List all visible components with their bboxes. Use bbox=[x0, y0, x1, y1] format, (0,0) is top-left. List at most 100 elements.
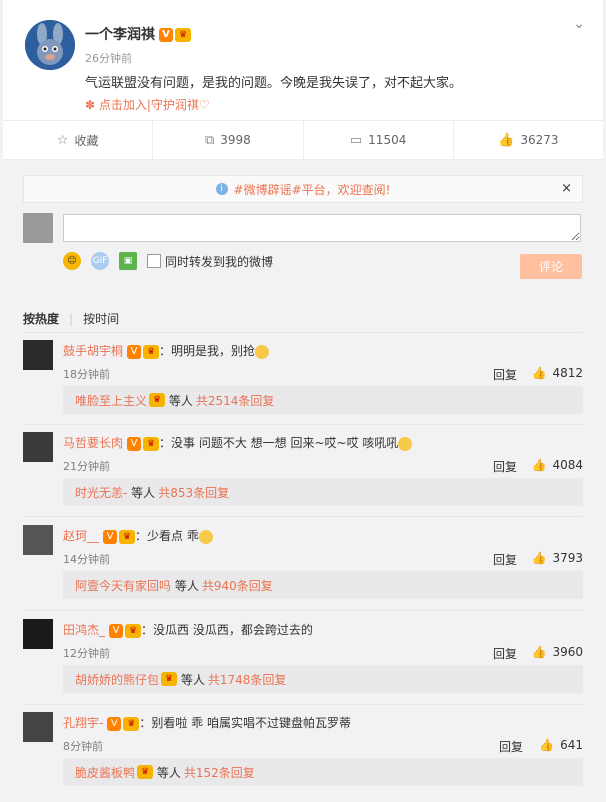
submit-comment-button[interactable]: 评论 bbox=[520, 254, 582, 279]
composer-tools: ☺ GIF ▣ 同时转发到我的微博 bbox=[63, 252, 273, 270]
reply-author[interactable]: 脆皮酱板鸭 bbox=[75, 764, 135, 781]
comment-text: 没事 问题不大 想一想 回来~哎~哎 咳吼吼 bbox=[171, 436, 399, 450]
comment-time[interactable]: 21分钟前 bbox=[63, 458, 110, 474]
reply-etc: 等人 bbox=[174, 578, 199, 593]
comment-like-count: 4812 bbox=[552, 366, 583, 380]
reply-button[interactable]: 回复 bbox=[493, 645, 517, 662]
reply-etc: 等人 bbox=[131, 485, 156, 500]
comment-time[interactable]: 12分钟前 bbox=[63, 645, 110, 661]
post-text: 气运联盟没有问题，是我的问题。今晚是我失误了，对不起大家。 bbox=[85, 76, 463, 91]
rumor-notice[interactable]: i #微博辟谣#平台，欢迎查阅! × bbox=[23, 175, 583, 203]
reply-author[interactable]: 唯脸至上主义 bbox=[75, 392, 147, 409]
emoji-icon bbox=[255, 344, 270, 359]
comment-like-count: 4084 bbox=[552, 458, 583, 472]
comment-time[interactable]: 14分钟前 bbox=[63, 551, 110, 567]
vip-crown-icon: ♛ bbox=[161, 672, 178, 686]
verified-badge-icon: V bbox=[107, 716, 122, 731]
commenter-avatar[interactable] bbox=[23, 340, 53, 370]
reply-etc: 等人 bbox=[168, 393, 193, 408]
commenter-name[interactable]: 鼓手胡宇桐 bbox=[63, 344, 123, 358]
guard-link[interactable]: ✽ 点击加入|守护润祺♡ bbox=[85, 96, 210, 113]
thumb-up-icon: 👍 bbox=[498, 132, 515, 148]
comment-button[interactable]: ▭ 11504 bbox=[304, 121, 454, 159]
chevron-down-icon[interactable]: ⌄ bbox=[573, 16, 585, 32]
reply-total[interactable]: 共2514条回复 bbox=[196, 392, 275, 409]
guard-link-text: 点击加入|守护润祺♡ bbox=[98, 98, 210, 112]
verified-badge-icon: V bbox=[127, 344, 142, 359]
comment-time[interactable]: 18分钟前 bbox=[63, 366, 110, 382]
reply-total[interactable]: 共1748条回复 bbox=[208, 671, 287, 688]
reply-button[interactable]: 回复 bbox=[493, 458, 517, 475]
sort-divider: | bbox=[69, 311, 74, 326]
tab-sort-time[interactable]: 按时间 bbox=[83, 310, 119, 327]
comment-like-button[interactable]: 👍 641 bbox=[539, 738, 583, 752]
repost-count: 3998 bbox=[220, 133, 251, 147]
verified-badge-icon: V bbox=[159, 28, 173, 42]
reply-author[interactable]: 时光无恙- bbox=[75, 484, 127, 501]
emoji-icon[interactable]: ☺ bbox=[63, 252, 81, 270]
comment-like-button[interactable]: 👍 3793 bbox=[532, 551, 584, 565]
thumb-up-icon: 👍 bbox=[531, 458, 547, 472]
comment-line: 孔翔宇- V ♛ ：别看啦 乖 咱属实唱不过键盘帕瓦罗蒂 bbox=[63, 716, 351, 731]
commenter-name[interactable]: 马哲要长肉 bbox=[63, 436, 123, 450]
tab-sort-hot[interactable]: 按热度 bbox=[23, 310, 59, 327]
comment-line: 马哲要长肉 V ♛ ：没事 问题不大 想一想 回来~哎~哎 咳吼吼 bbox=[63, 434, 413, 451]
reply-button[interactable]: 回复 bbox=[499, 738, 523, 755]
author-name[interactable]: 一个李润祺 bbox=[85, 27, 155, 43]
thumb-up-icon: 👍 bbox=[539, 738, 555, 752]
emoji-icon bbox=[398, 436, 413, 451]
thumb-up-icon: 👍 bbox=[531, 366, 547, 380]
reply-total[interactable]: 共152条回复 bbox=[184, 764, 255, 781]
comment-text: 别看啦 乖 咱属实唱不过键盘帕瓦罗蒂 bbox=[151, 716, 351, 730]
reply-etc: 等人 bbox=[180, 672, 205, 687]
comment-divider bbox=[23, 516, 583, 517]
reply-summary[interactable]: 脆皮酱板鸭 ♛ 等人 共152条回复 bbox=[63, 758, 583, 786]
commenter-name[interactable]: 孔翔宇- bbox=[63, 716, 103, 730]
comment-like-button[interactable]: 👍 4084 bbox=[532, 458, 584, 472]
like-button[interactable]: 👍 36273 bbox=[454, 121, 603, 159]
gif-icon[interactable]: GIF bbox=[91, 252, 109, 270]
reply-total[interactable]: 共940条回复 bbox=[202, 577, 273, 594]
action-bar: ☆ 收藏 ⧉ 3998 ▭ 11504 👍 36273 bbox=[3, 120, 603, 160]
vip-crown-icon: ♛ bbox=[143, 436, 160, 451]
verified-badge-icon: V bbox=[103, 529, 118, 544]
info-icon: i bbox=[215, 183, 228, 195]
author-name-row: 一个李润祺 V ♛ bbox=[85, 24, 191, 44]
comment-divider bbox=[23, 610, 583, 611]
comment-time[interactable]: 8分钟前 bbox=[63, 738, 103, 754]
reply-summary[interactable]: 胡娇娇的熊仔包 ♛ 等人 共1748条回复 bbox=[63, 665, 583, 693]
reply-author[interactable]: 阿壹今天有家回吗 bbox=[75, 577, 171, 594]
comment-icon: ▭ bbox=[349, 132, 363, 148]
vip-crown-icon: ♛ bbox=[137, 765, 154, 779]
reply-total[interactable]: 共853条回复 bbox=[158, 484, 229, 501]
reply-button[interactable]: 回复 bbox=[493, 366, 517, 383]
reply-summary[interactable]: 时光无恙- 等人 共853条回复 bbox=[63, 478, 583, 506]
commenter-avatar[interactable] bbox=[23, 619, 53, 649]
favorite-button[interactable]: ☆ 收藏 bbox=[3, 121, 154, 159]
forward-checkbox[interactable] bbox=[147, 254, 161, 268]
image-icon[interactable]: ▣ bbox=[119, 252, 137, 270]
comment-like-button[interactable]: 👍 4812 bbox=[532, 366, 584, 380]
close-icon[interactable]: × bbox=[561, 181, 572, 196]
commenter-name[interactable]: 田鸿杰_ bbox=[63, 623, 105, 637]
commenter-avatar[interactable] bbox=[23, 525, 53, 555]
repost-button[interactable]: ⧉ 3998 bbox=[153, 121, 304, 159]
commenter-name[interactable]: 赵珂__ bbox=[63, 529, 99, 543]
thumb-up-icon: 👍 bbox=[531, 551, 547, 565]
reply-summary[interactable]: 阿壹今天有家回吗 等人 共940条回复 bbox=[63, 571, 583, 599]
verified-badge-icon: V bbox=[127, 436, 142, 451]
sort-divider-line bbox=[23, 332, 583, 333]
favorite-label: 收藏 bbox=[74, 133, 99, 148]
reply-author[interactable]: 胡娇娇的熊仔包 bbox=[75, 671, 159, 688]
notice-text: #微博辟谣#平台，欢迎查阅! bbox=[233, 182, 391, 197]
commenter-avatar[interactable] bbox=[23, 712, 53, 742]
comment-input[interactable] bbox=[63, 214, 581, 242]
commenter-avatar[interactable] bbox=[23, 432, 53, 462]
flower-icon: ✽ bbox=[85, 98, 99, 112]
comment-like-button[interactable]: 👍 3960 bbox=[532, 645, 584, 659]
author-avatar[interactable] bbox=[25, 20, 75, 70]
reply-button[interactable]: 回复 bbox=[493, 551, 517, 568]
post-time[interactable]: 26分钟前 bbox=[85, 50, 132, 66]
comment-line: 赵珂__ V ♛ ：少看点 乖 bbox=[63, 527, 213, 544]
reply-summary[interactable]: 唯脸至上主义 ♛ 等人 共2514条回复 bbox=[63, 386, 583, 414]
